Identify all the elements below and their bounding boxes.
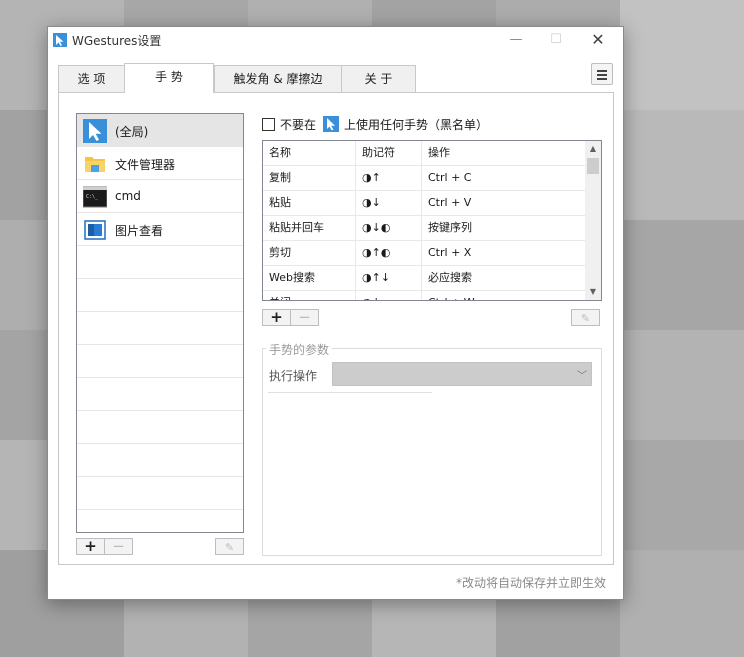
- tab-options[interactable]: 选 项: [58, 65, 125, 92]
- cell-mnemonic: ◑↓→: [356, 291, 422, 300]
- terminal-icon: C:\_: [83, 186, 107, 208]
- cell-mnemonic: ◑↑◐: [356, 241, 422, 266]
- cell-mnemonic: ◑↑↓: [356, 266, 422, 291]
- list-item: [77, 345, 243, 378]
- list-item: [77, 477, 243, 510]
- cell-name: 复制: [263, 166, 356, 191]
- column-header-mnemonic[interactable]: 助记符: [356, 141, 422, 166]
- tab-about[interactable]: 关 于: [341, 65, 416, 92]
- add-gesture-button[interactable]: +: [262, 309, 291, 326]
- cell-mnemonic: ◑↑: [356, 166, 422, 191]
- table-row[interactable]: 复制 ◑↑ Ctrl + C: [263, 166, 585, 191]
- chevron-down-icon: ﹀: [577, 371, 587, 382]
- params-group-title: 手势的参数: [266, 341, 333, 358]
- app-item-label: cmd: [115, 189, 141, 203]
- cell-action: Ctrl + W: [422, 291, 585, 300]
- edit-app-button[interactable]: ✎: [215, 538, 244, 555]
- cell-name: 关闭: [263, 291, 356, 300]
- scroll-up-icon[interactable]: ▲: [585, 141, 601, 157]
- tab-gestures[interactable]: 手 势: [124, 63, 214, 93]
- list-item: [77, 378, 243, 411]
- cell-mnemonic: ◑↓: [356, 191, 422, 216]
- image-viewer-icon: [84, 220, 106, 240]
- hamburger-menu-button[interactable]: [591, 63, 613, 85]
- app-item-image-viewer[interactable]: 图片查看: [77, 213, 243, 246]
- edit-gesture-button[interactable]: ✎: [571, 309, 600, 326]
- gesture-table: 名称 助记符 操作 复制 ◑↑ Ctrl + C 粘贴 ◑↓ Ctrl + V …: [262, 140, 602, 301]
- blacklist-label-before: 不要在: [280, 118, 317, 132]
- folder-icon: [85, 157, 105, 172]
- column-header-name[interactable]: 名称: [263, 141, 356, 166]
- cell-action: Ctrl + V: [428, 196, 472, 209]
- autosave-note: *改动将自动保存并立即生效: [456, 576, 607, 590]
- cell-action: 按键序列: [428, 221, 472, 234]
- window-title: WGestures设置: [72, 34, 162, 48]
- table-header: 名称 助记符 操作: [263, 141, 585, 166]
- table-row[interactable]: Web搜索 ◑↑↓ 必应搜索: [263, 266, 585, 291]
- maximize-button[interactable]: ☐: [536, 27, 576, 53]
- app-item-global[interactable]: (全局): [77, 114, 243, 147]
- exec-action-label: 执行操作: [269, 369, 318, 383]
- app-item-label: (全局): [115, 125, 149, 139]
- close-button[interactable]: ✕: [578, 27, 618, 53]
- table-row[interactable]: 关闭 ◑↓→ Ctrl + W: [263, 291, 585, 300]
- cell-name: 粘贴: [263, 191, 356, 216]
- list-item: [77, 246, 243, 279]
- cell-name: 剪切: [263, 241, 356, 266]
- remove-gesture-button[interactable]: −: [290, 309, 319, 326]
- cell-action: Ctrl + C: [428, 171, 472, 184]
- title-bar[interactable]: WGestures设置 — ☐ ✕: [48, 27, 623, 53]
- list-item: [77, 411, 243, 444]
- column-header-action[interactable]: 操作: [422, 141, 585, 166]
- blacklist-checkbox[interactable]: [262, 118, 275, 131]
- app-list: (全局) 文件管理器 C:\_ cmd 图片查看: [76, 113, 244, 533]
- table-row[interactable]: 粘贴并回车 ◑↓◐ 按键序列: [263, 216, 585, 241]
- minimize-button[interactable]: —: [496, 27, 536, 53]
- app-item-explorer[interactable]: 文件管理器: [77, 147, 243, 180]
- blacklist-label-after: 上使用任何手势（黑名单）: [344, 118, 489, 132]
- cell-name: 粘贴并回车: [263, 216, 356, 241]
- table-row[interactable]: 粘贴 ◑↓ Ctrl + V: [263, 191, 585, 216]
- pencil-icon: ✎: [580, 312, 591, 325]
- table-row[interactable]: 剪切 ◑↑◐ Ctrl + X: [263, 241, 585, 266]
- list-item: [77, 279, 243, 312]
- divider: [268, 392, 432, 393]
- scroll-down-icon[interactable]: ▼: [585, 284, 601, 300]
- app-item-cmd[interactable]: C:\_ cmd: [77, 180, 243, 213]
- add-app-button[interactable]: +: [76, 538, 105, 555]
- cell-name: Web搜索: [263, 266, 356, 291]
- app-item-label: 图片查看: [115, 224, 164, 238]
- scroll-thumb[interactable]: [587, 158, 599, 174]
- exec-action-select[interactable]: ﹀: [332, 362, 592, 386]
- tab-hot-corners[interactable]: 触发角 & 摩擦边: [214, 65, 342, 92]
- settings-window: WGestures设置 — ☐ ✕ 选 项 手 势 触发角 & 摩擦边 关 于 …: [47, 26, 624, 600]
- cursor-icon: [83, 119, 107, 143]
- app-item-label: 文件管理器: [115, 158, 176, 172]
- list-item: [77, 312, 243, 345]
- cursor-icon: [323, 116, 339, 132]
- cell-action: 必应搜索: [428, 271, 472, 284]
- table-scrollbar[interactable]: ▲ ▼: [585, 141, 601, 300]
- list-item: [77, 444, 243, 477]
- cell-mnemonic: ◑↓◐: [356, 216, 422, 241]
- pencil-icon: ✎: [224, 541, 235, 554]
- app-cursor-icon: [53, 33, 67, 47]
- svg-text:C:\_: C:\_: [86, 194, 99, 200]
- remove-app-button[interactable]: −: [104, 538, 133, 555]
- cell-action: Ctrl + X: [428, 246, 472, 259]
